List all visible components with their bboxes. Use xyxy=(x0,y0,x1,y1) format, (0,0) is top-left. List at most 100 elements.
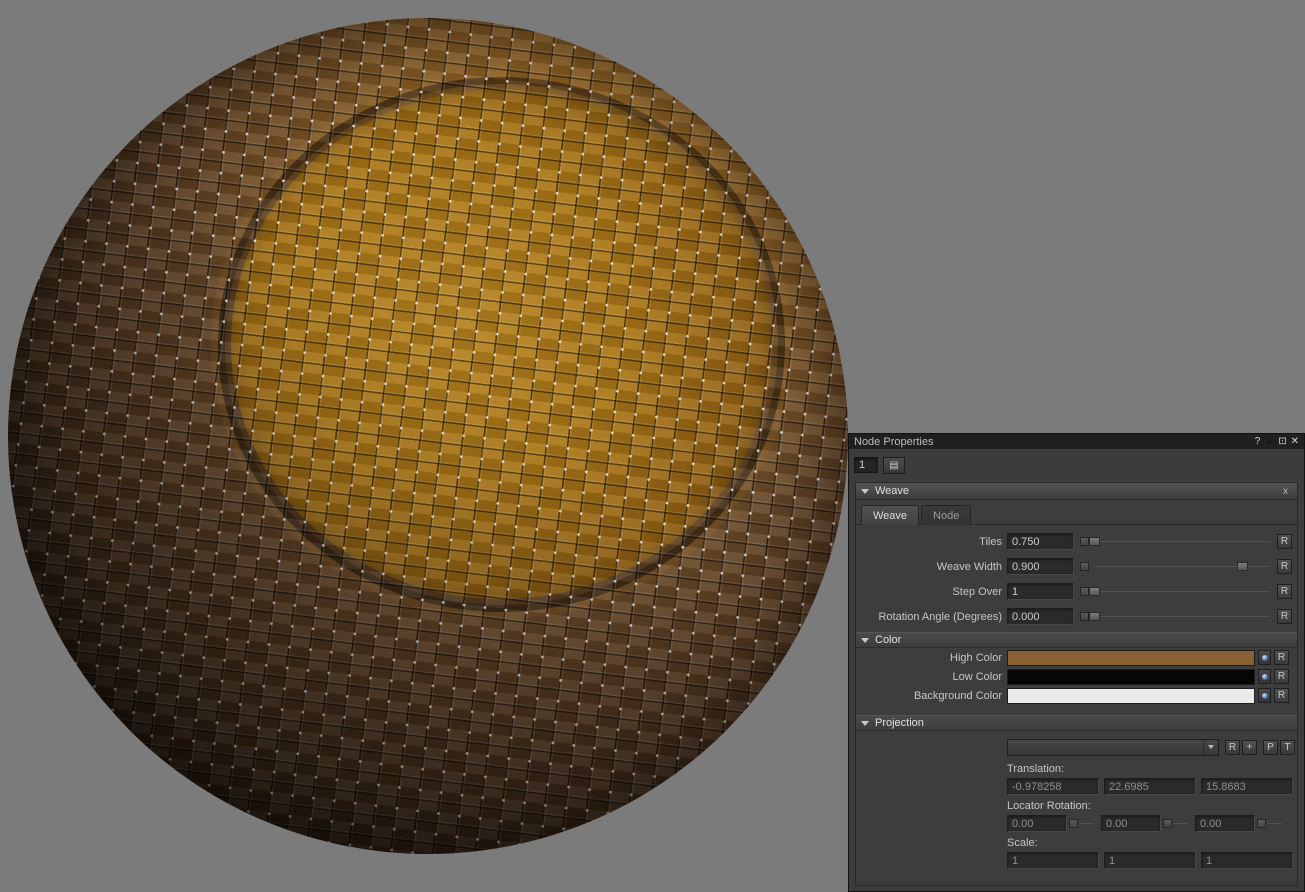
woven-cylinder-object[interactable] xyxy=(8,18,848,854)
collapse-triangle-icon[interactable] xyxy=(861,489,869,494)
scale-label: Scale: xyxy=(1007,835,1297,851)
envelope-toggle[interactable] xyxy=(1080,537,1089,546)
reset-button[interactable]: R xyxy=(1274,669,1289,684)
slider-handle[interactable] xyxy=(1089,587,1100,596)
add-button[interactable]: + xyxy=(1242,740,1257,755)
projection-section-header[interactable]: Projection xyxy=(856,715,1297,731)
panel-title: Node Properties xyxy=(854,436,934,448)
window-icon[interactable]: ⊡ xyxy=(1278,436,1286,447)
scale-z-input[interactable]: 1 xyxy=(1201,852,1293,869)
slider-track[interactable] xyxy=(1094,591,1270,592)
rotation-angle-label: Rotation Angle (Degrees) xyxy=(856,611,1007,623)
slider-track[interactable] xyxy=(1094,541,1270,542)
rotation-x-input[interactable]: 0.00 xyxy=(1007,815,1067,832)
weave-width-slider[interactable] xyxy=(1094,558,1270,575)
tab-node[interactable]: Node xyxy=(921,505,971,525)
mini-slider[interactable] xyxy=(1174,823,1188,824)
weave-width-input[interactable]: 0.900 xyxy=(1007,558,1074,575)
low-color-swatch[interactable] xyxy=(1007,669,1255,685)
rotation-angle-row: Rotation Angle (Degrees) 0.000 R xyxy=(856,604,1297,629)
rotation-x-group: 0.00 xyxy=(1007,815,1097,832)
collapse-triangle-icon[interactable] xyxy=(861,721,869,726)
tab-weave[interactable]: Weave xyxy=(861,505,919,525)
collapse-triangle-icon[interactable] xyxy=(861,638,869,643)
mini-slider[interactable] xyxy=(1268,823,1282,824)
rotation-z-input[interactable]: 0.00 xyxy=(1195,815,1255,832)
reset-button[interactable]: R xyxy=(1225,740,1240,755)
scale-x-input[interactable]: 1 xyxy=(1007,852,1099,869)
slider-handle[interactable] xyxy=(1237,562,1248,571)
help-icon[interactable]: ? xyxy=(1255,436,1261,447)
rotation-fields: 0.00 0.00 0.00 xyxy=(1007,815,1297,832)
tiles-input[interactable]: 0.750 xyxy=(1007,533,1074,550)
envelope-toggle[interactable] xyxy=(1080,612,1089,621)
background-color-row: Background Color R xyxy=(856,686,1297,705)
shading-vignette xyxy=(8,18,848,854)
envelope-toggle[interactable] xyxy=(1257,819,1266,828)
projection-content: R + P T Translation: -0.978258 22.6985 1… xyxy=(856,731,1297,869)
scale-fields: 1 1 1 xyxy=(1007,852,1297,869)
rotation-angle-slider[interactable] xyxy=(1094,608,1270,625)
locator-rotation-label: Locator Rotation: xyxy=(1007,798,1297,814)
color-picker-icon xyxy=(1262,655,1268,661)
weave-group: Weave x Weave Node Tiles 0.750 R Weave W… xyxy=(855,482,1298,886)
color-picker-button[interactable] xyxy=(1258,688,1271,703)
scale-y-input[interactable]: 1 xyxy=(1104,852,1196,869)
texture-button[interactable]: T xyxy=(1280,740,1295,755)
preset-count-input[interactable]: 1 xyxy=(854,457,878,473)
node-properties-panel: Node Properties ? ▲ ⊡ ✕ 1 ▤ Weave x Weav… xyxy=(848,433,1305,892)
color-picker-button[interactable] xyxy=(1258,669,1271,684)
translation-label: Translation: xyxy=(1007,761,1297,777)
rotation-y-input[interactable]: 0.00 xyxy=(1101,815,1161,832)
color-section-header[interactable]: Color xyxy=(856,632,1297,648)
low-color-row: Low Color R xyxy=(856,667,1297,686)
panel-titlebar[interactable]: Node Properties ? ▲ ⊡ ✕ xyxy=(849,434,1304,449)
reset-button[interactable]: R xyxy=(1277,584,1292,599)
projection-section-title: Projection xyxy=(875,717,924,729)
tiles-row: Tiles 0.750 R xyxy=(856,529,1297,554)
reset-button[interactable]: R xyxy=(1274,688,1289,703)
tab-bar: Weave Node xyxy=(856,500,1297,525)
reset-button[interactable]: R xyxy=(1277,559,1292,574)
projection-buttons: R + P T xyxy=(1223,740,1295,755)
color-picker-icon xyxy=(1262,674,1268,680)
envelope-toggle[interactable] xyxy=(1080,587,1089,596)
tiles-label: Tiles xyxy=(856,536,1007,548)
envelope-toggle[interactable] xyxy=(1163,819,1172,828)
step-over-label: Step Over xyxy=(856,586,1007,598)
color-picker-button[interactable] xyxy=(1258,650,1271,665)
reset-button[interactable]: R xyxy=(1277,534,1292,549)
translation-fields: -0.978258 22.6985 15.8683 xyxy=(1007,778,1297,795)
weave-group-header[interactable]: Weave x xyxy=(856,483,1297,500)
form-edit-button[interactable]: ▤ xyxy=(883,457,905,474)
envelope-toggle[interactable] xyxy=(1080,562,1089,571)
step-over-row: Step Over 1 R xyxy=(856,579,1297,604)
close-icon[interactable]: ✕ xyxy=(1291,436,1299,447)
weave-form: Tiles 0.750 R Weave Width 0.900 R xyxy=(856,525,1297,629)
position-button[interactable]: P xyxy=(1263,740,1278,755)
color-section-title: Color xyxy=(875,634,901,646)
slider-track[interactable] xyxy=(1094,616,1270,617)
dropdown-arrow-box[interactable] xyxy=(1203,740,1218,755)
envelope-toggle[interactable] xyxy=(1069,819,1078,828)
reset-button[interactable]: R xyxy=(1274,650,1289,665)
weave-width-row: Weave Width 0.900 R xyxy=(856,554,1297,579)
tiles-slider[interactable] xyxy=(1094,533,1270,550)
high-color-swatch[interactable] xyxy=(1007,650,1255,666)
mini-slider[interactable] xyxy=(1080,823,1094,824)
chevron-down-icon xyxy=(1208,745,1214,749)
background-color-swatch[interactable] xyxy=(1007,688,1255,704)
pin-icon[interactable]: ▲ xyxy=(1264,436,1274,447)
step-over-input[interactable]: 1 xyxy=(1007,583,1074,600)
reset-button[interactable]: R xyxy=(1277,609,1292,624)
translation-x-input[interactable]: -0.978258 xyxy=(1007,778,1099,795)
translation-z-input[interactable]: 15.8683 xyxy=(1201,778,1293,795)
group-close-icon[interactable]: x xyxy=(1279,485,1292,498)
slider-handle[interactable] xyxy=(1089,612,1100,621)
step-over-slider[interactable] xyxy=(1094,583,1270,600)
weave-width-label: Weave Width xyxy=(856,561,1007,573)
projection-dropdown[interactable] xyxy=(1007,739,1219,756)
rotation-angle-input[interactable]: 0.000 xyxy=(1007,608,1074,625)
translation-y-input[interactable]: 22.6985 xyxy=(1104,778,1196,795)
slider-handle[interactable] xyxy=(1089,537,1100,546)
